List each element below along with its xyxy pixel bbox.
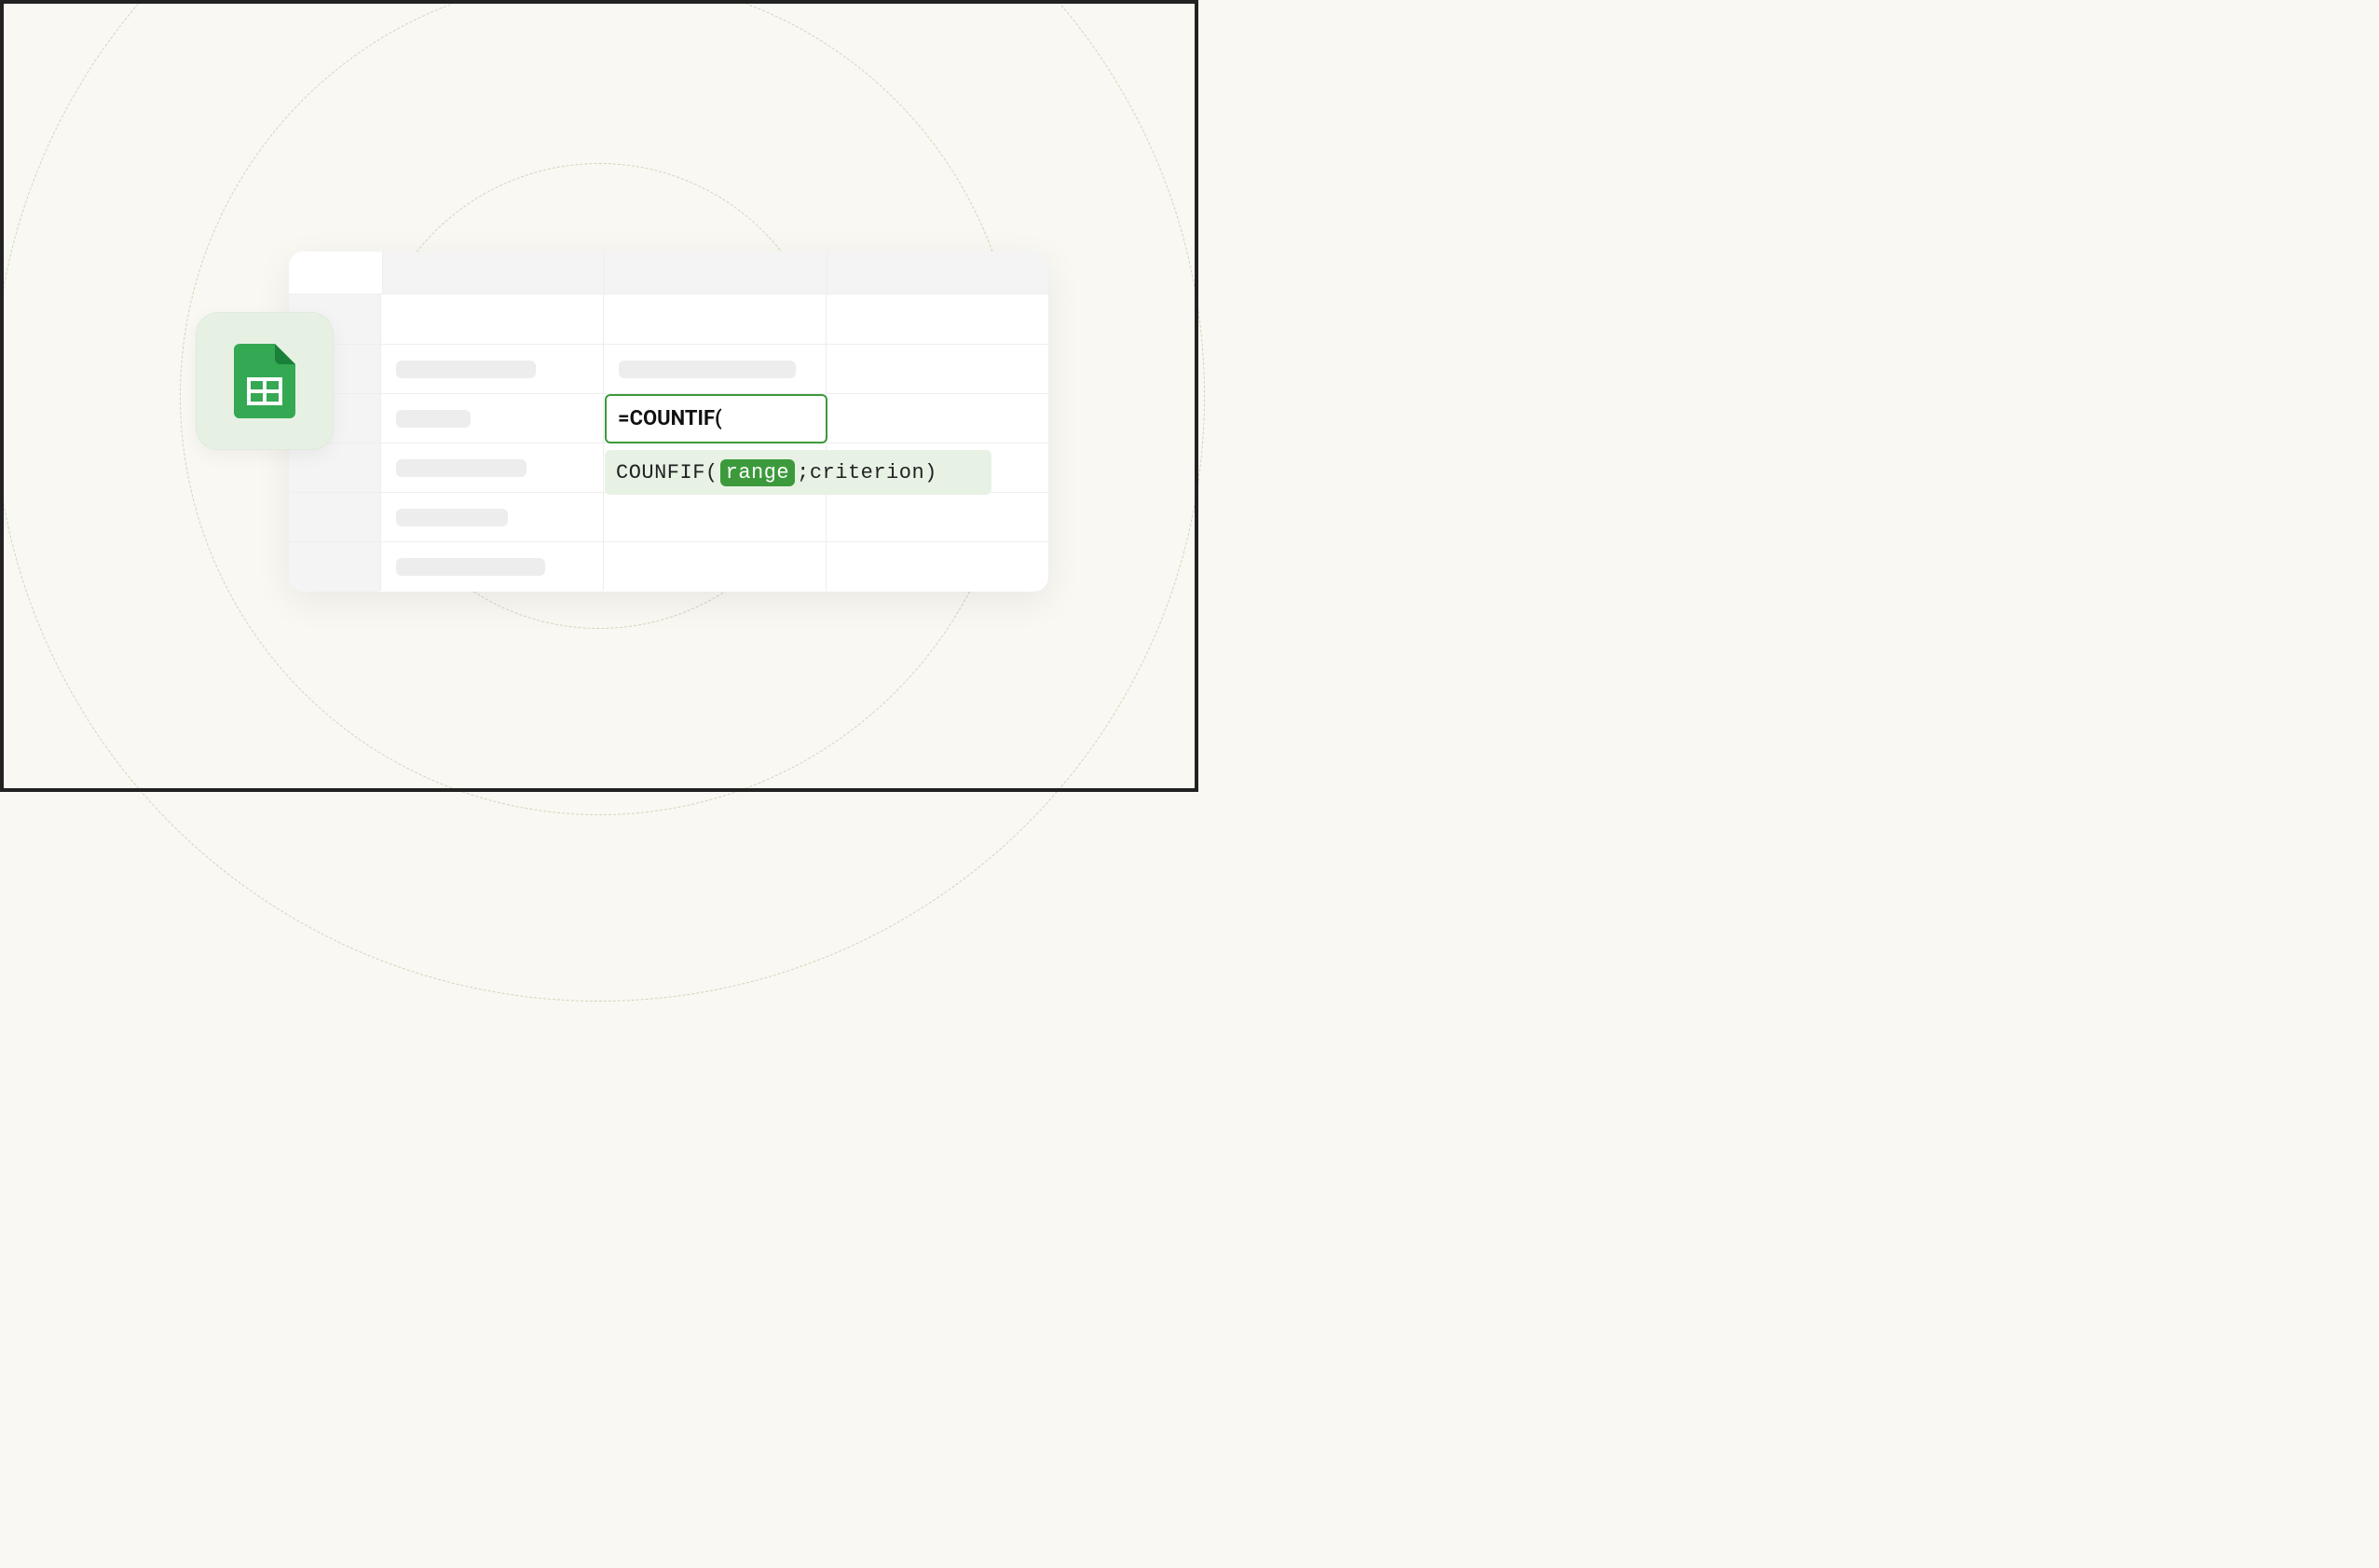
column-header-row (289, 252, 1048, 294)
placeholder (396, 558, 545, 576)
spreadsheet-card: =COUNTIF( COUNFIF(range;criterion) (289, 252, 1048, 592)
cell[interactable] (826, 294, 1048, 344)
placeholder (396, 410, 471, 428)
google-sheets-tile (196, 312, 334, 450)
active-cell-formula: =COUNTIF( (618, 407, 722, 430)
table-row (380, 294, 1048, 344)
column-header (382, 252, 604, 293)
table-row (380, 492, 1048, 541)
formula-hint-tooltip: COUNFIF(range;criterion) (605, 450, 991, 495)
active-cell[interactable]: =COUNTIF( (605, 394, 827, 443)
cell[interactable] (603, 493, 826, 541)
hint-prefix: COUNFIF( (616, 461, 718, 484)
cell[interactable] (380, 443, 603, 492)
cell[interactable] (826, 493, 1048, 541)
cell[interactable] (826, 345, 1048, 393)
google-sheets-icon (234, 344, 295, 418)
cell[interactable] (826, 542, 1048, 591)
cell[interactable] (603, 542, 826, 591)
row-header (289, 541, 380, 591)
table-row (380, 541, 1048, 591)
cell[interactable] (380, 493, 603, 541)
placeholder (396, 459, 526, 477)
placeholder (396, 361, 536, 378)
placeholder (396, 509, 508, 526)
header-corner (289, 252, 382, 293)
cell[interactable] (380, 294, 603, 344)
cell[interactable] (603, 294, 826, 344)
placeholder (619, 361, 796, 378)
hint-highlight-param: range (720, 459, 796, 486)
cell[interactable] (603, 345, 826, 393)
cell[interactable] (380, 394, 603, 443)
row-header (289, 492, 380, 541)
hint-suffix: ;criterion) (797, 461, 937, 484)
cell[interactable] (826, 394, 1048, 443)
column-header (827, 252, 1048, 293)
column-header (604, 252, 826, 293)
cell[interactable] (380, 345, 603, 393)
table-row (380, 344, 1048, 393)
cell[interactable] (380, 542, 603, 591)
